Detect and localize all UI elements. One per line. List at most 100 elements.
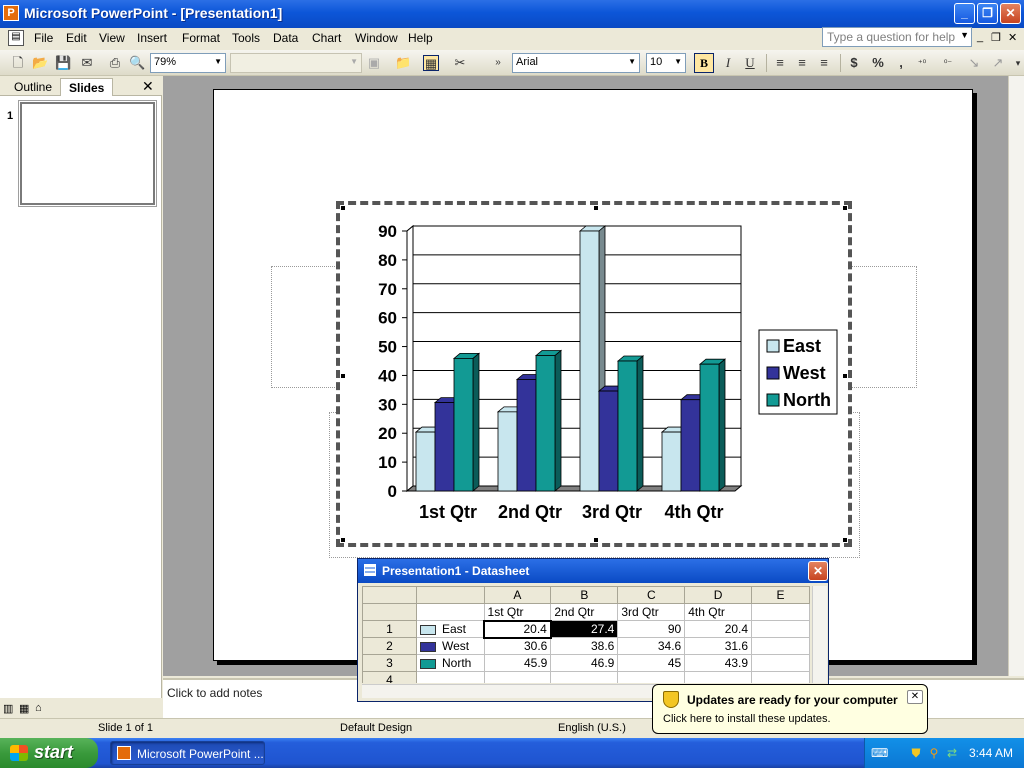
close-button[interactable]: ✕	[1000, 3, 1021, 24]
currency-button[interactable]: $	[846, 55, 862, 71]
notification-body[interactable]: Click here to install these updates.	[663, 713, 831, 725]
align-left-icon[interactable]: ≡	[772, 55, 788, 71]
row-header[interactable]: 1	[362, 620, 417, 638]
close-icon[interactable]: ✕	[142, 78, 154, 95]
new-icon[interactable]: 🗋	[10, 55, 26, 71]
menu-data[interactable]: Data	[273, 31, 298, 45]
row-header[interactable]: 4	[362, 671, 417, 683]
cell[interactable]	[416, 671, 485, 683]
slide-sorter-icon[interactable]: ▦	[19, 702, 29, 715]
cell[interactable]	[550, 671, 619, 683]
toolbar-options-icon[interactable]: »	[490, 55, 506, 71]
percent-button[interactable]: %	[870, 55, 886, 71]
increase-decimal-icon[interactable]: ⁺⁰	[914, 55, 930, 71]
zoom-combo[interactable]: 79% ▼	[150, 53, 226, 73]
underline-button[interactable]: U	[742, 55, 758, 71]
row-header[interactable]: 3	[362, 654, 417, 672]
import-file-icon[interactable]: 📁	[395, 55, 411, 71]
font-combo[interactable]: Arial ▼	[512, 53, 640, 73]
cell[interactable]: 34.6	[617, 637, 686, 655]
cell[interactable]: East	[416, 620, 485, 638]
cell[interactable]: 20.4	[483, 619, 552, 639]
row-header[interactable]: 2	[362, 637, 417, 655]
vertical-scrollbar[interactable]	[1008, 76, 1024, 676]
doc-restore-button[interactable]: ❐	[991, 31, 1001, 44]
cell[interactable]: 46.9	[550, 654, 619, 672]
column-header[interactable]: B	[550, 586, 619, 604]
column-header[interactable]: A	[483, 586, 552, 604]
powerpoint-icon[interactable]: P	[3, 5, 19, 21]
cell[interactable]: 45.9	[483, 654, 552, 672]
toolbar-options-icon[interactable]: ▾	[1010, 55, 1024, 71]
font-size-combo[interactable]: 10 ▼	[646, 53, 686, 73]
doc-minimize-button[interactable]: _	[977, 31, 983, 43]
document-icon[interactable]: ▤	[8, 30, 24, 46]
restore-button[interactable]: ❐	[977, 3, 998, 24]
normal-view-icon[interactable]: ▥	[3, 702, 13, 715]
start-button[interactable]: start	[0, 738, 98, 768]
format-object-icon[interactable]: ▣	[366, 55, 382, 71]
cell[interactable]: 90	[617, 620, 686, 638]
cell[interactable]	[751, 620, 810, 638]
cell[interactable]	[751, 603, 810, 621]
cell[interactable]: 4th Qtr	[684, 603, 753, 621]
search-icon[interactable]: ⚲	[927, 746, 941, 760]
chevron-down-icon[interactable]: ▼	[960, 30, 969, 40]
network-icon[interactable]: ⇄	[945, 746, 959, 760]
chart-object[interactable]: 0 10 20 30 40 50 60 70 80 90 1st Qtr 2nd Qtr 3rd Qtr…	[336, 201, 852, 547]
taskbar-item-powerpoint[interactable]: Microsoft PowerPoint ...	[110, 741, 265, 765]
chart-objects-combo[interactable]: ▼	[230, 53, 362, 73]
doc-close-button[interactable]: ✕	[1008, 31, 1017, 44]
open-icon[interactable]: 📂	[32, 55, 48, 71]
cell[interactable]: 38.6	[550, 637, 619, 655]
view-datasheet-icon[interactable]: ▦	[423, 55, 439, 71]
menu-chart[interactable]: Chart	[312, 31, 341, 45]
angle-clockwise-icon[interactable]: ↘	[966, 55, 982, 71]
cell[interactable]	[751, 637, 810, 655]
help-search-input[interactable]: Type a question for help ▼	[822, 27, 972, 47]
tab-outline[interactable]: Outline	[6, 78, 60, 96]
select-all-cell[interactable]	[362, 586, 417, 604]
print-preview-icon[interactable]: 🔍	[129, 55, 145, 71]
menu-format[interactable]: Format	[182, 31, 220, 45]
tab-slides[interactable]: Slides	[60, 78, 114, 96]
cell[interactable]: 43.9	[684, 654, 753, 672]
datasheet-vertical-scrollbar[interactable]	[812, 586, 827, 683]
align-right-icon[interactable]: ≡	[816, 55, 832, 71]
align-center-icon[interactable]: ≡	[794, 55, 810, 71]
slide-show-icon[interactable]: ⌂	[35, 702, 42, 714]
close-icon[interactable]: ✕	[907, 690, 923, 704]
bar-chart[interactable]: 0 10 20 30 40 50 60 70 80 90 1st Qtr 2nd Qtr 3rd Qtr…	[341, 206, 847, 542]
cell[interactable]	[751, 671, 810, 683]
column-header[interactable]	[416, 586, 485, 604]
column-header[interactable]: E	[751, 586, 810, 604]
print-icon[interactable]: ⎙	[107, 55, 123, 71]
menu-help[interactable]: Help	[408, 31, 433, 45]
comma-button[interactable]: ,	[893, 55, 909, 71]
datasheet-title-bar[interactable]: Presentation1 - Datasheet ✕	[358, 559, 828, 583]
menu-window[interactable]: Window	[355, 31, 398, 45]
menu-view[interactable]: View	[99, 31, 125, 45]
cut-icon[interactable]: ✂	[452, 55, 468, 71]
cell[interactable]	[617, 671, 686, 683]
cell[interactable]: 30.6	[483, 637, 552, 655]
datasheet-window[interactable]: Presentation1 - Datasheet ✕ A B C D E 1s…	[357, 558, 829, 702]
cell[interactable]: 20.4	[684, 620, 753, 638]
menu-tools[interactable]: Tools	[232, 31, 260, 45]
column-header[interactable]: D	[684, 586, 753, 604]
decrease-decimal-icon[interactable]: ⁰⁻	[940, 55, 956, 71]
cell[interactable]: 1st Qtr	[483, 603, 552, 621]
save-icon[interactable]: 💾	[55, 55, 71, 71]
cell[interactable]: 2nd Qtr	[550, 603, 619, 621]
cell[interactable]	[751, 654, 810, 672]
update-notification[interactable]: Updates are ready for your computer Clic…	[652, 684, 928, 734]
permission-icon[interactable]: ✉	[79, 55, 95, 71]
cell[interactable]	[416, 603, 485, 621]
menu-insert[interactable]: Insert	[137, 31, 167, 45]
cell[interactable]: 45	[617, 654, 686, 672]
datasheet-close-button[interactable]: ✕	[808, 561, 828, 581]
cell[interactable]: West	[416, 637, 485, 655]
cell[interactable]: 3rd Qtr	[617, 603, 686, 621]
slide-thumbnail[interactable]	[18, 100, 157, 207]
cell[interactable]: 27.4	[550, 620, 619, 638]
